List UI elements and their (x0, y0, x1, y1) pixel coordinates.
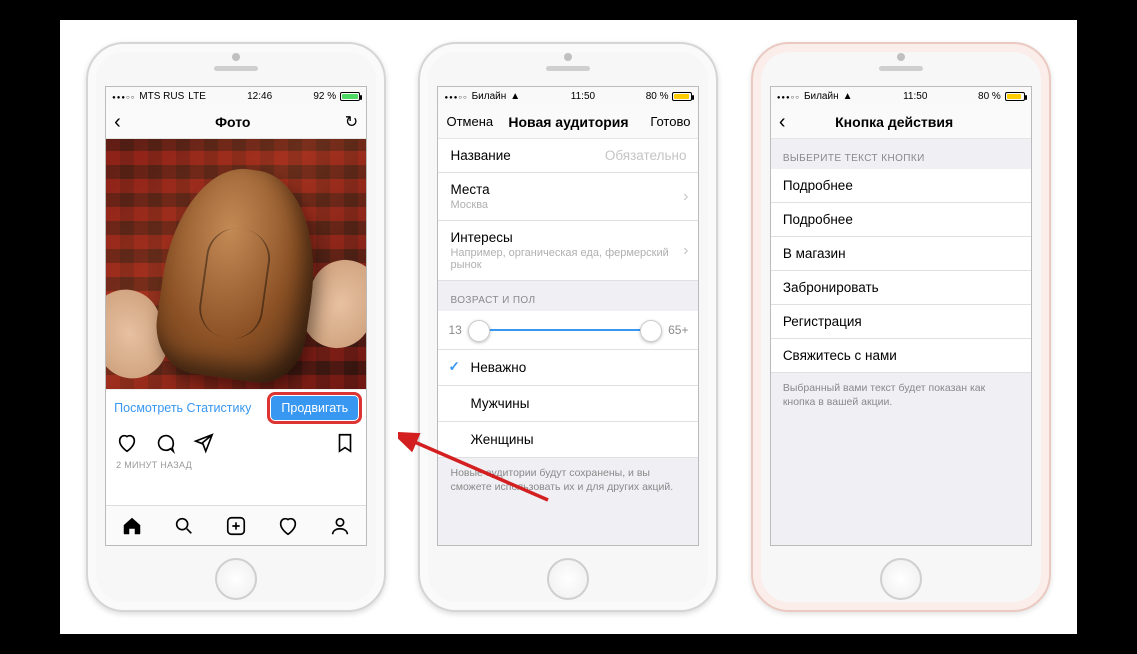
signal-icon (444, 91, 467, 102)
carrier-label: Билайн (804, 91, 839, 102)
places-cell[interactable]: Места Москва › (438, 173, 698, 221)
cta-option[interactable]: Свяжитесь с нами (771, 339, 1031, 373)
screen-3: Билайн ▲ 11:50 80 % ‹ Кнопка действия ВЫ… (770, 86, 1032, 546)
phone-bezel-top (753, 44, 1049, 86)
battery-pct-label: 80 % (978, 91, 1001, 102)
cta-option-label: Подробнее (783, 212, 1019, 227)
nav-bar: Отмена Новая аудитория Готово (438, 105, 698, 139)
home-button[interactable] (215, 558, 257, 600)
nav-bar: ‹ Фото ↻ (106, 105, 366, 139)
home-button[interactable] (880, 558, 922, 600)
profile-tab-icon[interactable] (329, 515, 351, 537)
battery-pct-label: 80 % (646, 91, 669, 102)
nav-title: Кнопка действия (835, 114, 953, 130)
cancel-button[interactable]: Отмена (446, 114, 500, 129)
share-icon[interactable] (192, 432, 214, 454)
cta-footer-note: Выбранный вами текст будет показан как к… (771, 373, 1031, 417)
gender-male-option[interactable]: Мужчины (438, 386, 698, 422)
battery-icon (1005, 92, 1025, 101)
back-icon[interactable]: ‹ (114, 112, 121, 132)
signal-icon (777, 91, 800, 102)
name-label: Название (450, 148, 510, 163)
phone-2: Билайн ▲ 11:50 80 % Отмена Новая аудитор… (418, 42, 718, 612)
gender-male-label: Мужчины (470, 396, 529, 411)
wifi-icon: ▲ (510, 91, 520, 102)
gender-any-option[interactable]: Неважно (438, 350, 698, 386)
age-slider[interactable]: 13 65+ (438, 311, 698, 350)
gender-any-label: Неважно (470, 360, 526, 375)
nav-title: Новая аудитория (508, 114, 628, 130)
age-gender-header: ВОЗРАСТ И ПОЛ (438, 281, 698, 311)
gender-female-label: Женщины (470, 432, 533, 447)
status-bar: Билайн ▲ 11:50 80 % (771, 87, 1031, 105)
cta-option-label: В магазин (783, 246, 1019, 261)
interests-cell[interactable]: Интересы Например, органическая еда, фер… (438, 221, 698, 281)
places-label: Места (450, 182, 686, 197)
cta-option[interactable]: В магазин (771, 237, 1031, 271)
clock-label: 11:50 (571, 91, 595, 102)
status-bar: MTS RUS LTE 12:46 92 % (106, 87, 366, 105)
refresh-icon[interactable]: ↻ (345, 112, 358, 132)
battery-icon (672, 92, 692, 101)
carrier-label: MTS RUS (139, 91, 184, 102)
view-insights-link[interactable]: Посмотреть Статистику (114, 401, 251, 415)
age-max-label: 65+ (668, 323, 688, 337)
cta-section-header: ВЫБЕРИТЕ ТЕКСТ КНОПКИ (771, 139, 1031, 169)
cta-option-label: Забронировать (783, 280, 1019, 295)
back-icon[interactable]: ‹ (779, 112, 786, 132)
cta-option-label: Подробнее (783, 178, 1019, 193)
nav-bar: ‹ Кнопка действия (771, 105, 1031, 139)
chevron-right-icon: › (683, 188, 688, 206)
post-promo-row: Посмотреть Статистику Продвигать (106, 389, 366, 426)
screen-1: MTS RUS LTE 12:46 92 % ‹ Фото ↻ (105, 86, 367, 546)
phone-1: MTS RUS LTE 12:46 92 % ‹ Фото ↻ (86, 42, 386, 612)
network-label: LTE (188, 91, 206, 102)
name-placeholder: Обязательно (605, 148, 687, 163)
cta-option-label: Свяжитесь с нами (783, 348, 1019, 363)
clock-label: 11:50 (903, 91, 927, 102)
search-tab-icon[interactable] (173, 515, 195, 537)
phone-bezel-top (420, 44, 716, 86)
cta-option-label: Регистрация (783, 314, 1019, 329)
cta-option[interactable]: Подробнее (771, 169, 1031, 203)
home-button[interactable] (547, 558, 589, 600)
phone-3: Билайн ▲ 11:50 80 % ‹ Кнопка действия ВЫ… (751, 42, 1051, 612)
audience-footer-note: Новые аудитории будут сохранены, и вы см… (438, 458, 698, 502)
cta-option[interactable]: Подробнее (771, 203, 1031, 237)
phone-bezel-top (88, 44, 384, 86)
cta-form: ВЫБЕРИТЕ ТЕКСТ КНОПКИ Подробнее Подробне… (771, 139, 1031, 545)
interests-label: Интересы (450, 230, 686, 245)
slider-track[interactable] (470, 329, 660, 331)
wifi-icon: ▲ (843, 91, 853, 102)
tab-bar (106, 505, 366, 545)
post-timestamp: 2 МИНУТ НАЗАД (106, 460, 366, 476)
post-action-icons (106, 426, 366, 460)
chevron-right-icon: › (683, 242, 688, 260)
interests-hint: Например, органическая еда, фермерский р… (450, 247, 686, 271)
name-cell[interactable]: Название Обязательно (438, 139, 698, 173)
bookmark-icon[interactable] (334, 432, 356, 454)
gender-female-option[interactable]: Женщины (438, 422, 698, 458)
places-value: Москва (450, 199, 686, 211)
cta-option[interactable]: Забронировать (771, 271, 1031, 305)
like-icon[interactable] (116, 432, 138, 454)
signal-icon (112, 91, 135, 102)
add-tab-icon[interactable] (225, 515, 247, 537)
home-tab-icon[interactable] (121, 515, 143, 537)
screen-2: Билайн ▲ 11:50 80 % Отмена Новая аудитор… (437, 86, 699, 546)
done-button[interactable]: Готово (636, 114, 690, 129)
audience-form: Название Обязательно Места Москва › Инте… (438, 139, 698, 545)
cta-option[interactable]: Регистрация (771, 305, 1031, 339)
activity-tab-icon[interactable] (277, 515, 299, 537)
battery-icon (340, 92, 360, 101)
status-bar: Билайн ▲ 11:50 80 % (438, 87, 698, 105)
age-min-label: 13 (448, 323, 461, 337)
battery-pct-label: 92 % (313, 91, 336, 102)
nav-title: Фото (215, 114, 250, 130)
carrier-label: Билайн (472, 91, 507, 102)
comment-icon[interactable] (154, 432, 176, 454)
post-image[interactable] (106, 139, 366, 389)
clock-label: 12:46 (247, 91, 272, 102)
promote-button[interactable]: Продвигать (271, 396, 358, 420)
